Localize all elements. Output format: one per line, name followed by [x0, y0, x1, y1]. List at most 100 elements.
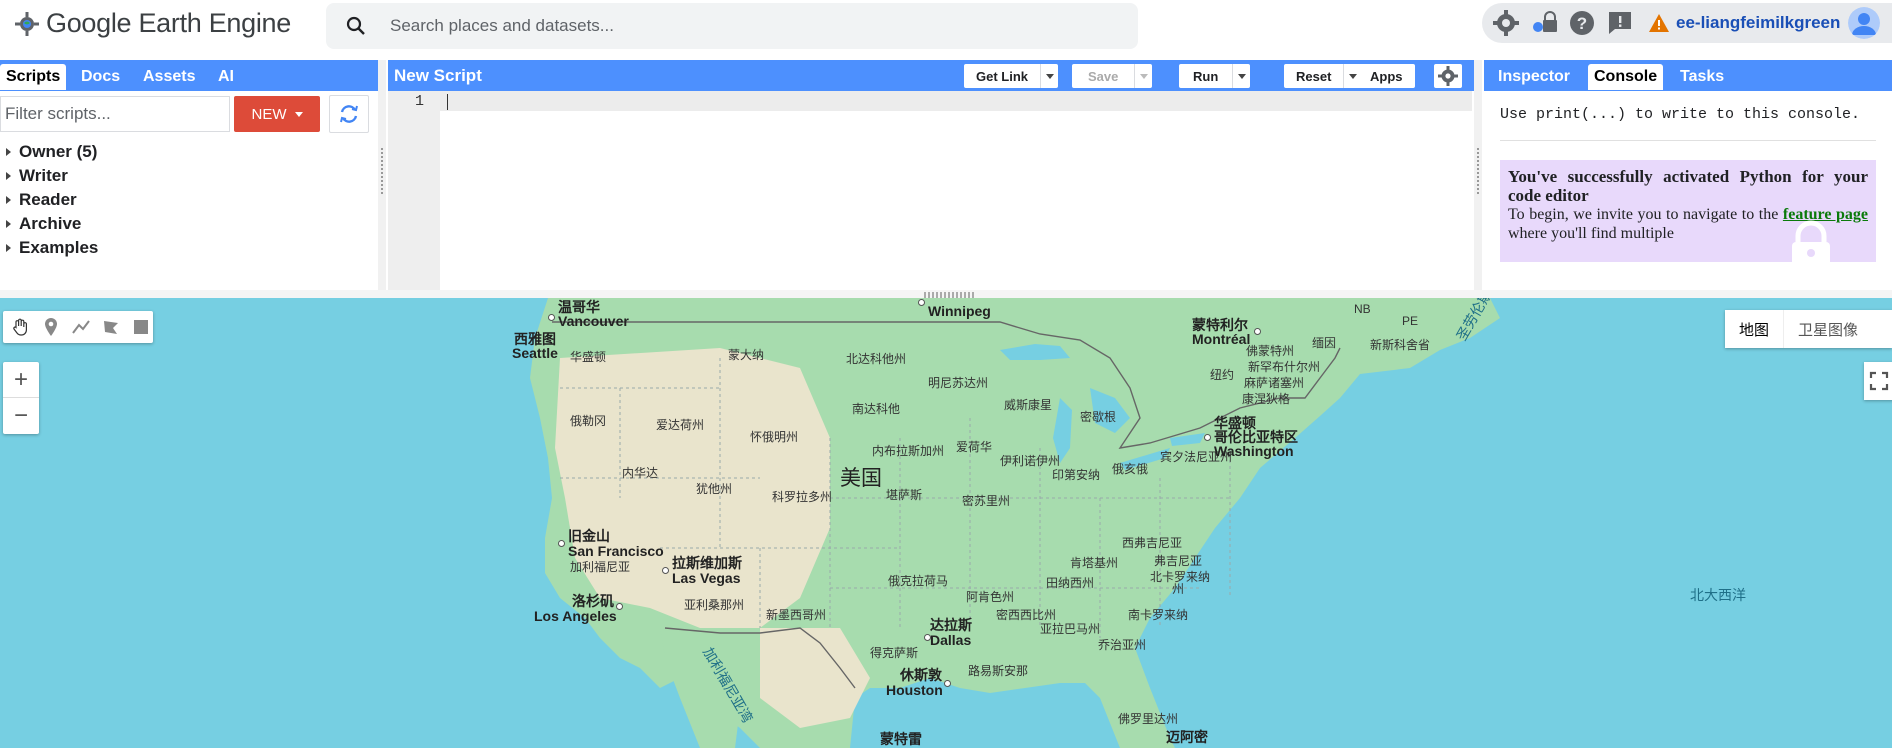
pan-hand-tool[interactable]	[9, 315, 33, 339]
map-label: 哥伦比亚特区	[1214, 429, 1298, 445]
draw-rectangle-tool[interactable]	[129, 315, 153, 339]
get-link-button[interactable]: Get Link	[964, 64, 1059, 88]
map-label: 蒙特利尔	[1192, 317, 1248, 333]
user-avatar-icon	[1848, 7, 1881, 39]
tab-scripts[interactable]: Scripts	[0, 64, 67, 90]
draw-polygon-tool[interactable]	[99, 315, 123, 339]
map-label: 俄克拉荷马	[888, 574, 949, 588]
search-box[interactable]	[326, 3, 1138, 49]
map-view[interactable]: 温哥华 Vancouver 西雅图 Seattle Winnipeg 华盛顿 蒙…	[0, 298, 1892, 748]
gee-logo[interactable]: Google Earth Engine	[14, 8, 291, 39]
tree-item-label: Examples	[19, 238, 99, 257]
tab-inspector[interactable]: Inspector	[1492, 64, 1576, 90]
drawing-tools	[3, 311, 153, 343]
city-dot	[918, 299, 925, 306]
expand-triangle-icon	[6, 244, 11, 252]
map-label: 美国	[840, 467, 882, 490]
map-label: 爱达荷州	[656, 418, 705, 432]
tree-item-reader[interactable]: Reader	[4, 188, 98, 212]
notice-text-2: where you'll find multiple	[1508, 225, 1674, 242]
refresh-button[interactable]	[329, 95, 369, 133]
tab-docs[interactable]: Docs	[75, 64, 126, 90]
map-label: PE	[1402, 314, 1419, 328]
search-input[interactable]	[388, 15, 1088, 37]
caret-down-icon	[1139, 73, 1148, 79]
avatar[interactable]	[1848, 7, 1881, 39]
map-label: 纽约	[1210, 368, 1235, 382]
map-label: Seattle	[512, 345, 558, 361]
apps-button[interactable]: Apps	[1358, 64, 1415, 88]
get-link-dropdown[interactable]	[1040, 64, 1058, 88]
tree-item-label: Archive	[19, 214, 82, 233]
line-number: 1	[414, 93, 424, 110]
city-dot	[662, 567, 669, 574]
map-label: Los Angeles	[534, 608, 617, 624]
refresh-icon	[340, 105, 358, 123]
get-link-label: Get Link	[976, 68, 1029, 84]
map-label: 佛蒙特州	[1246, 344, 1295, 358]
map-label: 华盛顿	[570, 350, 607, 364]
theme-gear-icon[interactable]	[1492, 9, 1520, 37]
map-label: 内布拉斯加州	[872, 444, 945, 458]
tab-assets[interactable]: Assets	[137, 64, 201, 90]
map-label: 旧金山	[568, 528, 610, 544]
map-type-satellite[interactable]: 卫星图像	[1783, 310, 1872, 348]
zoom-in-button[interactable]: +	[3, 362, 39, 398]
reset-button[interactable]: Reset	[1284, 64, 1362, 88]
share-lock-icon[interactable]	[1530, 9, 1558, 37]
map-label: Dallas	[930, 632, 972, 648]
reset-label: Reset	[1296, 68, 1332, 84]
tab-tasks[interactable]: Tasks	[1674, 64, 1730, 90]
left-tab-bar: Scripts Docs Assets AI	[0, 60, 378, 91]
map-label: 缅因	[1312, 336, 1337, 350]
help-icon[interactable]: ?	[1568, 9, 1596, 37]
code-editor[interactable]	[440, 91, 1474, 290]
tab-ai[interactable]: AI	[212, 64, 240, 90]
search-icon	[346, 16, 365, 35]
map-label: Winnipeg	[928, 303, 991, 319]
new-button[interactable]: NEW	[234, 96, 320, 132]
map-label: 路易斯安那	[968, 664, 1029, 678]
map-label: 爱荷华	[956, 440, 993, 454]
map-type-roadmap[interactable]: 地图	[1725, 310, 1783, 348]
tree-item-writer[interactable]: Writer	[4, 164, 98, 188]
map-label: 印第安纳	[1052, 468, 1101, 482]
run-button[interactable]: Run	[1179, 64, 1251, 88]
script-title[interactable]: New Script	[394, 66, 482, 86]
caret-down-icon	[1348, 73, 1357, 79]
zoom-out-button[interactable]: −	[3, 398, 39, 434]
map-label: Vancouver	[558, 313, 629, 329]
map-label: 西雅图	[514, 331, 556, 347]
city-dot	[1254, 328, 1261, 335]
editor-gutter	[388, 91, 440, 290]
map-label: 怀俄明州	[750, 430, 799, 444]
tree-item-archive[interactable]: Archive	[4, 212, 98, 236]
app-title: Google Earth Engine	[46, 8, 291, 38]
tree-item-owner[interactable]: Owner (5)	[4, 140, 98, 164]
map-label: 州	[1172, 582, 1185, 596]
settings-button[interactable]	[1434, 64, 1462, 88]
fullscreen-button[interactable]	[1864, 362, 1892, 400]
new-dropdown-icon	[294, 111, 303, 117]
tab-console[interactable]: Console	[1588, 64, 1664, 90]
save-dropdown[interactable]	[1134, 64, 1152, 88]
feedback-icon[interactable]	[1606, 9, 1634, 37]
filter-scripts-input[interactable]	[0, 96, 230, 132]
gear-icon	[1438, 66, 1458, 86]
map-type-control: 地图 卫星图像	[1725, 310, 1892, 348]
map-label: 蒙特雷	[880, 731, 922, 747]
marker-icon	[45, 318, 57, 336]
header-actions: ? ee-liangfeimilkgreen	[1482, 3, 1892, 43]
map-label: 拉斯维加斯	[672, 555, 742, 571]
map-label: 佛罗里达州	[1118, 712, 1179, 726]
map-label: 温哥华	[558, 299, 600, 315]
add-marker-tool[interactable]	[39, 315, 63, 339]
run-dropdown[interactable]	[1232, 64, 1250, 88]
tree-item-examples[interactable]: Examples	[4, 236, 98, 260]
draw-line-tool[interactable]	[69, 315, 93, 339]
map-label: 休斯敦	[900, 667, 942, 683]
account-switcher[interactable]: ee-liangfeimilkgreen	[1648, 13, 1840, 33]
save-button[interactable]: Save	[1072, 64, 1153, 88]
notice-text-1: To begin, we invite you to navigate to t…	[1508, 206, 1779, 223]
rectangle-icon	[134, 320, 148, 334]
